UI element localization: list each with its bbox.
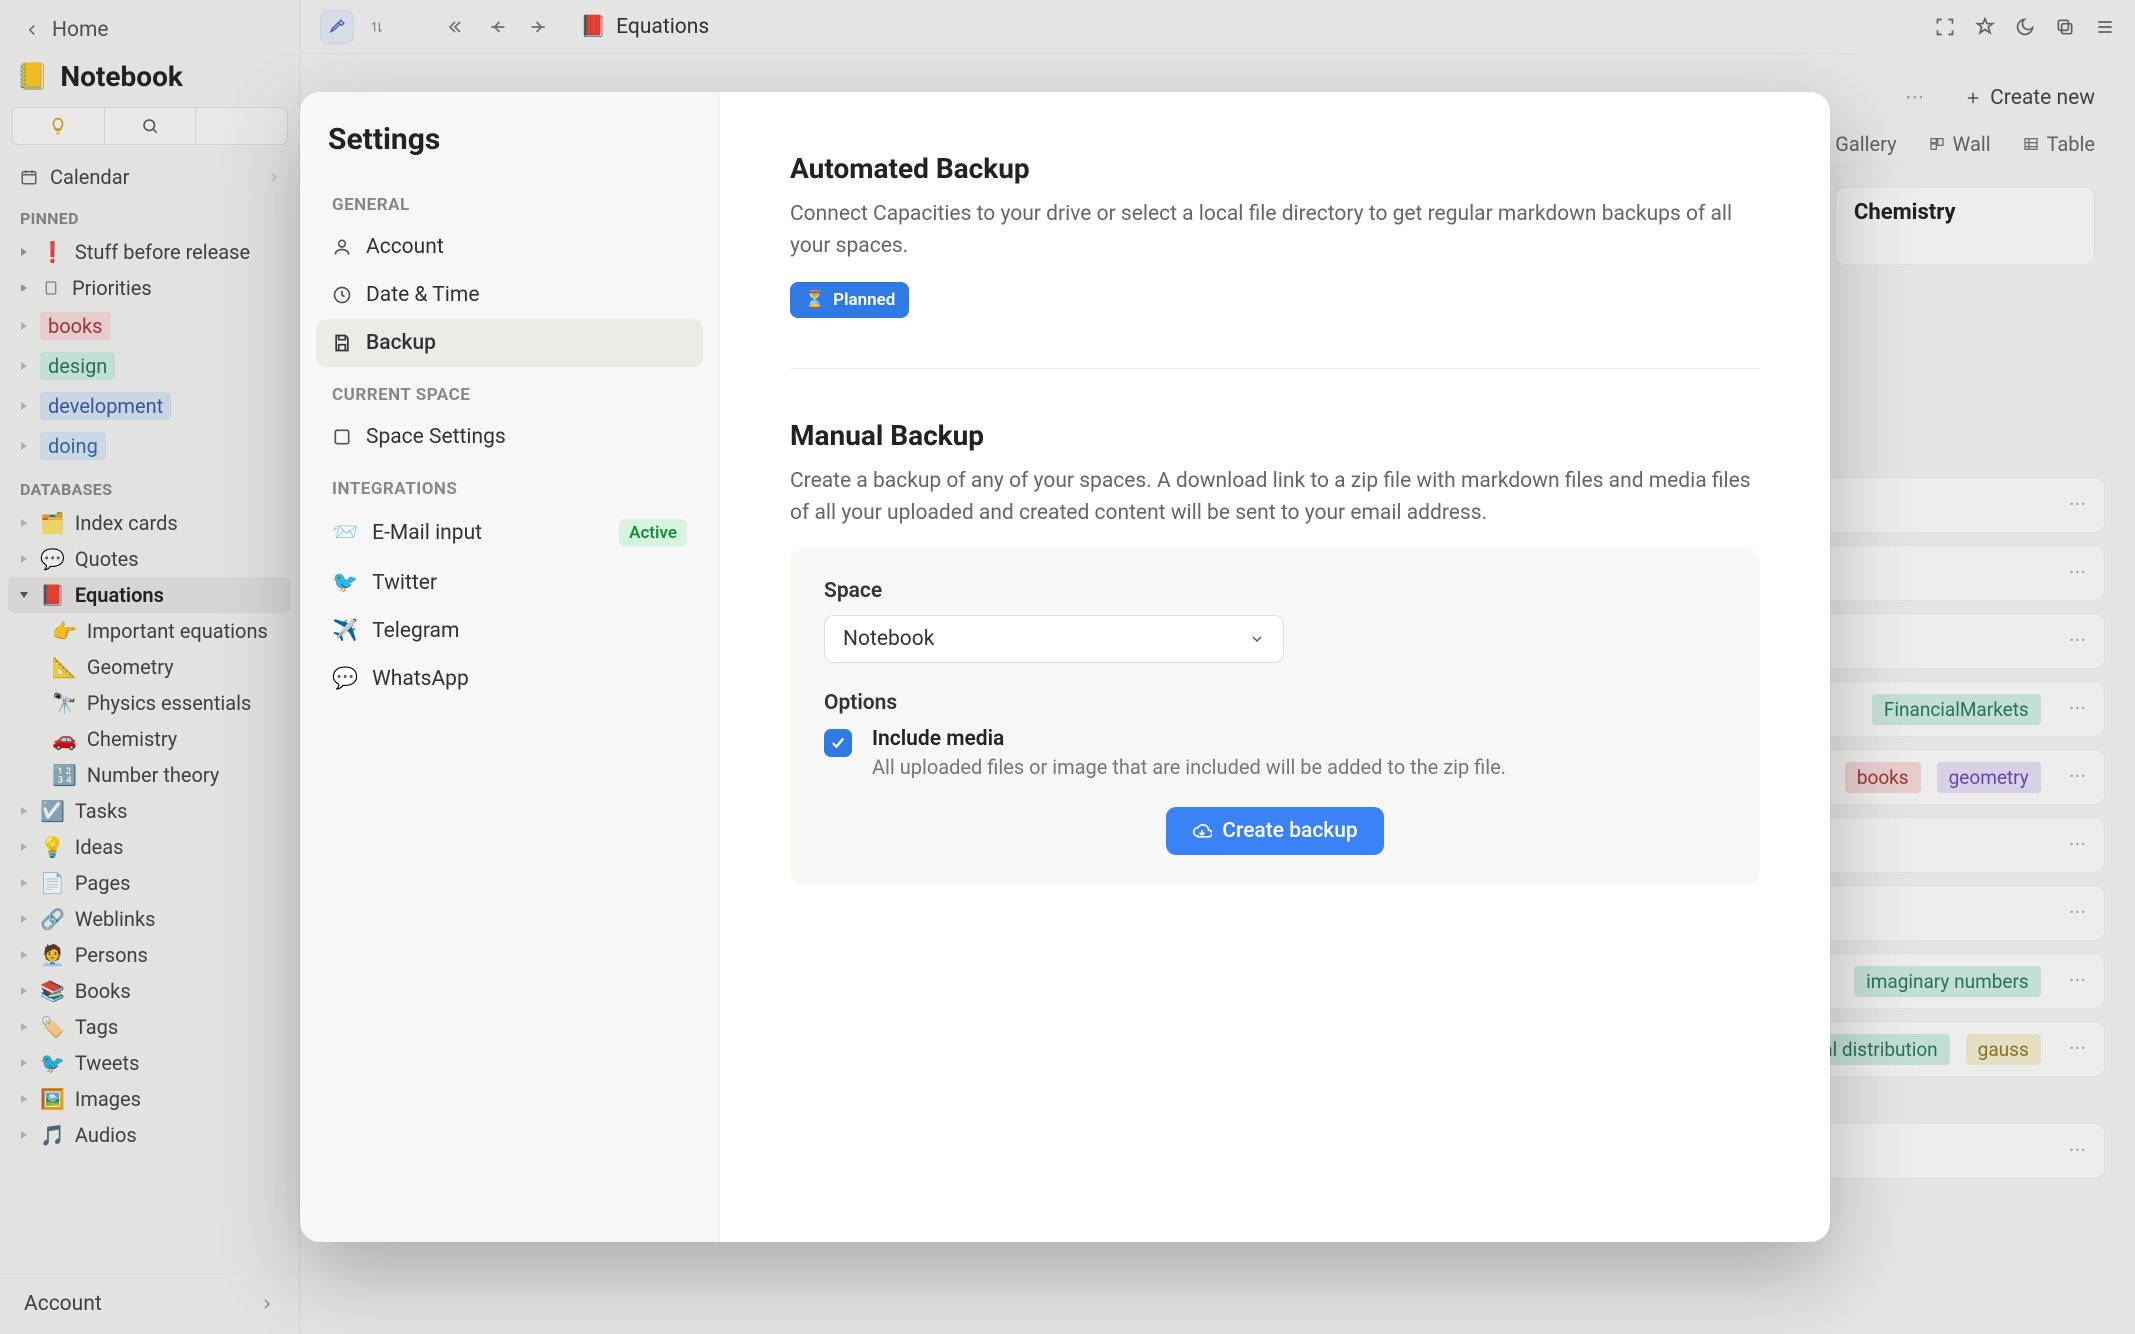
settings-item-space-settings[interactable]: Space Settings <box>316 413 703 461</box>
space-select-value: Notebook <box>843 627 934 651</box>
settings-item-whatsapp[interactable]: 💬 WhatsApp <box>316 655 703 703</box>
settings-item-label: E-Mail input <box>372 521 482 545</box>
space-label: Space <box>824 579 1726 603</box>
settings-item-label: Twitter <box>372 571 437 595</box>
settings-item-label: Date & Time <box>366 283 479 307</box>
cloud-download-icon <box>1192 821 1212 841</box>
settings-section-integrations: INTEGRATIONS <box>316 461 703 507</box>
settings-item-label: Account <box>366 235 444 259</box>
space-select[interactable]: Notebook <box>824 615 1284 663</box>
automated-backup-title: Automated Backup <box>790 152 1760 185</box>
settings-item-backup[interactable]: Backup <box>316 319 703 367</box>
create-backup-label: Create backup <box>1222 819 1358 843</box>
save-icon <box>332 333 352 353</box>
settings-item-email[interactable]: 📨 E-Mail input Active <box>316 507 703 559</box>
planned-badge: ⏳ Planned <box>790 282 909 318</box>
settings-item-twitter[interactable]: 🐦 Twitter <box>316 559 703 607</box>
settings-item-label: Space Settings <box>366 425 506 449</box>
manual-backup-desc: Create a backup of any of your spaces. A… <box>790 466 1760 529</box>
hourglass-icon: ⏳ <box>804 290 825 310</box>
whatsapp-icon: 💬 <box>332 667 358 691</box>
email-icon: 📨 <box>332 521 358 545</box>
settings-item-label: Backup <box>366 331 436 355</box>
clock-icon <box>332 285 352 305</box>
settings-item-label: Telegram <box>372 619 459 643</box>
settings-item-telegram[interactable]: ✈️ Telegram <box>316 607 703 655</box>
user-icon <box>332 237 352 257</box>
active-badge: Active <box>619 519 687 547</box>
settings-modal: Settings GENERAL Account Date & Time Bac… <box>300 92 1830 1242</box>
backup-options-box: Space Notebook Options Include media All… <box>790 549 1760 885</box>
create-backup-button[interactable]: Create backup <box>1166 807 1384 855</box>
telegram-icon: ✈️ <box>332 619 358 643</box>
include-media-desc: All uploaded files or image that are inc… <box>872 755 1506 779</box>
settings-item-datetime[interactable]: Date & Time <box>316 271 703 319</box>
square-icon <box>332 427 352 447</box>
options-label: Options <box>824 691 1726 715</box>
divider <box>790 368 1760 369</box>
include-media-checkbox[interactable] <box>824 729 852 757</box>
automated-backup-desc: Connect Capacities to your drive or sele… <box>790 199 1760 262</box>
include-media-title: Include media <box>872 727 1506 751</box>
settings-title: Settings <box>316 122 703 177</box>
manual-backup-title: Manual Backup <box>790 419 1760 452</box>
chevron-down-icon <box>1249 631 1265 647</box>
settings-content: Automated Backup Connect Capacities to y… <box>720 92 1830 1242</box>
settings-section-space: CURRENT SPACE <box>316 367 703 413</box>
settings-sidebar: Settings GENERAL Account Date & Time Bac… <box>300 92 720 1242</box>
settings-item-account[interactable]: Account <box>316 223 703 271</box>
twitter-icon: 🐦 <box>332 571 358 595</box>
settings-item-label: WhatsApp <box>372 667 469 691</box>
settings-section-general: GENERAL <box>316 177 703 223</box>
planned-label: Planned <box>833 290 895 310</box>
